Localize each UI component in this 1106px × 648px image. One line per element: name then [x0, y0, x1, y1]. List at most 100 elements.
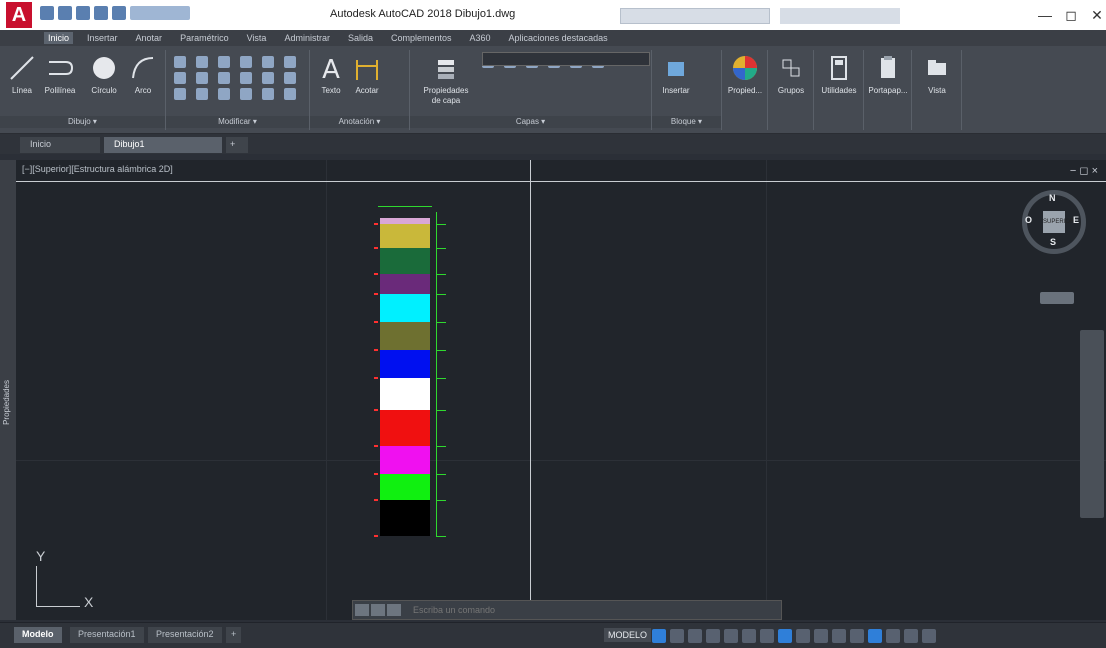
tab-inicio[interactable]: Inicio [44, 32, 74, 44]
tab-insertar[interactable]: Insertar [83, 32, 122, 44]
line-tool[interactable]: Línea [6, 54, 38, 95]
close-command-line-icon[interactable] [355, 604, 369, 616]
drawing-canvas[interactable]: [−][Superior][Estructura alámbrica 2D] −… [16, 160, 1106, 620]
polar-toggle-icon[interactable] [706, 629, 720, 643]
trim-icon[interactable] [218, 56, 230, 68]
groups-tool[interactable]: Grupos [772, 54, 810, 95]
otrack-toggle-icon[interactable] [742, 629, 756, 643]
panel-title-dibujo[interactable]: Dibujo ▾ [0, 116, 165, 128]
close-button[interactable]: ✕ [1082, 4, 1106, 26]
color-swatch[interactable] [380, 474, 430, 500]
annotation-monitor-icon[interactable] [832, 629, 846, 643]
navigation-bar[interactable] [1080, 330, 1104, 518]
properties-tool[interactable]: Propied... [726, 54, 764, 95]
workspace-switch-icon[interactable] [814, 629, 828, 643]
isolate-objects-icon[interactable] [868, 629, 882, 643]
fillet-icon[interactable] [174, 72, 186, 84]
erase-icon[interactable] [240, 56, 252, 68]
tab-administrar[interactable]: Administrar [280, 32, 334, 44]
explode-icon[interactable] [196, 72, 208, 84]
customization-icon[interactable] [922, 629, 936, 643]
viewcube-west[interactable]: O [1025, 215, 1032, 225]
layout-tab-presentacion2[interactable]: Presentación2 [148, 627, 222, 643]
copy-icon[interactable] [262, 56, 274, 68]
move-icon[interactable] [174, 56, 186, 68]
view-tool[interactable]: Vista [918, 54, 956, 95]
viewcube-north[interactable]: N [1049, 193, 1056, 203]
arc-tool[interactable]: Arco [126, 54, 160, 95]
array-icon[interactable] [262, 72, 274, 84]
tab-anotar[interactable]: Anotar [132, 32, 167, 44]
color-swatch[interactable] [380, 322, 430, 350]
insert-block-tool[interactable]: Insertar [658, 54, 694, 95]
grid-toggle-icon[interactable] [652, 629, 666, 643]
properties-sidebar[interactable]: Propiedades [0, 160, 16, 620]
panel-title-anotacion[interactable]: Anotación ▾ [310, 116, 409, 128]
polyline-tool[interactable]: Polilínea [40, 54, 80, 95]
mirror-icon[interactable] [284, 56, 296, 68]
align-icon[interactable] [262, 88, 274, 100]
new-tab-button[interactable]: + [226, 137, 248, 153]
model-space-indicator[interactable]: MODELO [604, 628, 652, 642]
viewcube-top-face[interactable]: SUPERIOR [1043, 211, 1074, 233]
tab-a360[interactable]: A360 [466, 32, 495, 44]
panel-title-modificar[interactable]: Modificar ▾ [166, 116, 309, 128]
break-icon[interactable] [196, 88, 208, 100]
search-input[interactable] [620, 8, 770, 24]
clipboard-tool[interactable]: Portapap... [866, 54, 910, 95]
color-swatch[interactable] [380, 446, 430, 474]
viewport-window-controls[interactable]: − ◻ × [1070, 164, 1098, 177]
command-input[interactable] [413, 603, 713, 617]
dimension-tool[interactable]: Acotar [350, 54, 384, 95]
stretch-icon[interactable] [218, 72, 230, 84]
layout-tab-modelo[interactable]: Modelo [14, 627, 62, 643]
units-icon[interactable] [850, 629, 864, 643]
tab-salida[interactable]: Salida [344, 32, 377, 44]
join-icon[interactable] [218, 88, 230, 100]
scale-icon[interactable] [240, 72, 252, 84]
color-swatch[interactable] [380, 294, 430, 322]
color-swatch[interactable] [380, 274, 430, 294]
save-as-icon[interactable] [94, 6, 108, 20]
sign-in-button[interactable] [780, 8, 900, 24]
circle-tool[interactable]: Círculo [86, 54, 122, 95]
text-tool[interactable]: A Texto [316, 54, 346, 95]
undo-icon[interactable] [112, 6, 126, 20]
color-swatch[interactable] [380, 248, 430, 274]
chamfer-icon[interactable] [240, 88, 252, 100]
hardware-acceleration-icon[interactable] [886, 629, 900, 643]
viewcube-south[interactable]: S [1050, 237, 1056, 247]
color-swatch[interactable] [380, 350, 430, 378]
customize-command-line-icon[interactable] [371, 604, 385, 616]
workspace-dropdown[interactable] [130, 6, 190, 20]
wcs-menu-button[interactable] [1040, 292, 1074, 304]
tab-parametrico[interactable]: Paramétrico [176, 32, 233, 44]
new-file-icon[interactable] [40, 6, 54, 20]
annotation-visibility-icon[interactable] [778, 629, 792, 643]
tab-aplicaciones-destacadas[interactable]: Aplicaciones destacadas [505, 32, 612, 44]
snap-toggle-icon[interactable] [670, 629, 684, 643]
viewport-controls-label[interactable]: [−][Superior][Estructura alámbrica 2D] [22, 164, 173, 174]
viewcube[interactable]: SUPERIOR N S E O [1022, 190, 1086, 254]
viewcube-east[interactable]: E [1073, 215, 1079, 225]
color-swatch[interactable] [380, 410, 430, 446]
offset-icon[interactable] [284, 72, 296, 84]
panel-title-bloque[interactable]: Bloque ▾ [652, 116, 721, 128]
open-file-icon[interactable] [58, 6, 72, 20]
command-prompt-icon[interactable] [387, 604, 401, 616]
application-menu-button[interactable]: A [6, 2, 32, 28]
osnap-toggle-icon[interactable] [724, 629, 738, 643]
color-swatch[interactable] [380, 378, 430, 410]
tab-vista[interactable]: Vista [243, 32, 271, 44]
file-tab-inicio[interactable]: Inicio [20, 137, 100, 153]
panel-title-capas[interactable]: Capas ▾ [410, 116, 651, 128]
color-swatch[interactable] [380, 224, 430, 248]
tab-complementos[interactable]: Complementos [387, 32, 456, 44]
rotate-icon[interactable] [196, 56, 208, 68]
file-tab-dibujo1[interactable]: Dibujo1 [104, 137, 222, 153]
layer-dropdown[interactable] [482, 52, 650, 66]
layout-tab-presentacion1[interactable]: Presentación1 [70, 627, 144, 643]
save-icon[interactable] [76, 6, 90, 20]
annotation-scale-icon[interactable] [796, 629, 810, 643]
lengthen-icon[interactable] [284, 88, 296, 100]
